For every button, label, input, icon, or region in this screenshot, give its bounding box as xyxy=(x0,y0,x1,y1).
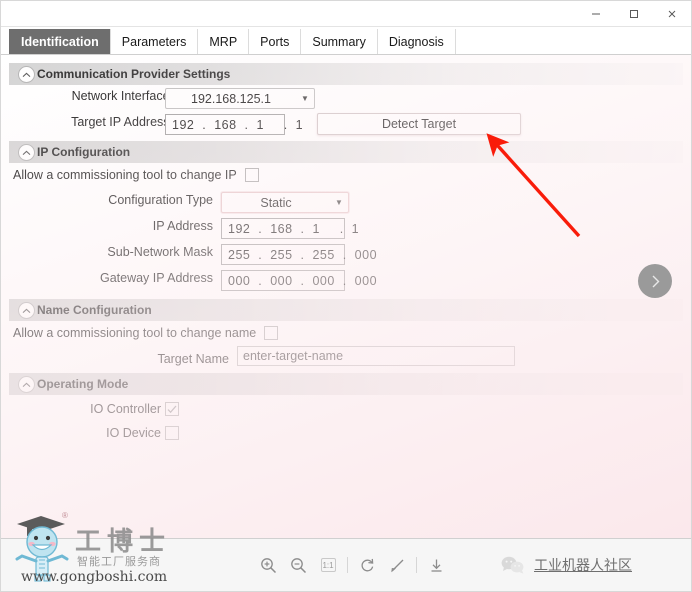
target-name-label-wrap: Target Name xyxy=(1,352,229,366)
collapse-toggle-operating-mode[interactable] xyxy=(18,376,35,393)
io-controller-label-wrap: IO Controller xyxy=(1,402,161,416)
allow-change-ip-row: Allow a commissioning tool to change IP xyxy=(13,168,259,182)
tab-identification[interactable]: Identification xyxy=(9,29,111,54)
tab-summary[interactable]: Summary xyxy=(300,29,378,54)
actual-size-icon: 1:1 xyxy=(320,558,336,572)
detect-target-button[interactable]: Detect Target xyxy=(317,113,521,135)
gateway-label-wrap: Gateway IP Address xyxy=(1,271,213,285)
chevron-right-icon xyxy=(652,275,659,287)
minimize-icon xyxy=(592,13,600,14)
tab-diagnosis[interactable]: Diagnosis xyxy=(376,29,456,54)
chevron-up-icon xyxy=(22,150,31,155)
allow-change-name-checkbox[interactable] xyxy=(264,326,279,340)
chevron-up-icon xyxy=(22,382,31,387)
config-type-label-wrap: Configuration Type xyxy=(1,193,213,207)
network-interface-value: 192.168.125.1 xyxy=(191,91,271,106)
section-title-ip-configuration: IP Configuration xyxy=(37,145,131,159)
download-button[interactable] xyxy=(421,550,451,580)
target-name-input[interactable]: enter-target-name xyxy=(237,346,515,366)
config-type-label: Configuration Type xyxy=(108,193,213,207)
allow-change-name-row: Allow a commissioning tool to change nam… xyxy=(13,326,279,340)
ip-address-label: IP Address xyxy=(152,219,213,233)
zoom-out-button[interactable] xyxy=(283,550,313,580)
network-interface-label-wrap: Network Interface: xyxy=(1,89,173,103)
zoom-in-button[interactable] xyxy=(253,550,283,580)
wechat-link[interactable]: 工业机器人社区 xyxy=(500,555,632,575)
content-pane: Communication Provider Settings Network … xyxy=(1,55,691,538)
application-window: Identification Parameters MRP Ports Summ… xyxy=(0,0,692,592)
config-type-value: Static xyxy=(260,195,292,210)
target-ip-label: Target IP Address: xyxy=(71,115,173,129)
gateway-input[interactable]: 000 . 000 . 000 . 000 xyxy=(221,270,377,291)
zoom-in-icon xyxy=(260,557,276,573)
gateway-label: Gateway IP Address xyxy=(99,271,213,285)
section-title-operating-mode: Operating Mode xyxy=(37,377,129,391)
rotate-icon xyxy=(361,558,373,571)
collapse-toggle-name-configuration[interactable] xyxy=(18,302,35,319)
edit-icon xyxy=(390,559,403,572)
section-header-ip-configuration: IP Configuration xyxy=(9,141,683,163)
toolbar-divider xyxy=(416,557,417,573)
io-device-label: IO Device xyxy=(106,426,161,440)
allow-change-name-label: Allow a commissioning tool to change nam… xyxy=(13,326,257,340)
subnet-label-wrap: Sub-Network Mask xyxy=(1,245,213,259)
io-device-checkbox[interactable] xyxy=(165,426,179,440)
maximize-icon xyxy=(630,9,638,18)
target-ip-input[interactable]: 192 . 168 . 1 . 1 xyxy=(165,114,303,135)
actual-size-button[interactable]: 1:1 xyxy=(313,550,343,580)
minimize-button[interactable] xyxy=(577,1,615,26)
bottom-toolbar: 1:1 工业机器人社区 xyxy=(1,538,691,591)
section-title-name-configuration: Name Configuration xyxy=(37,303,152,317)
rotate-button[interactable] xyxy=(352,550,382,580)
io-controller-checkbox[interactable] xyxy=(165,402,179,416)
subnet-mask-input[interactable]: 255 . 255 . 255 . 000 xyxy=(221,244,377,265)
subnet-mask-label: Sub-Network Mask xyxy=(107,245,213,259)
config-type-dropdown[interactable]: Static ▼ xyxy=(221,192,349,213)
section-header-name-configuration: Name Configuration xyxy=(9,299,683,321)
section-header-operating-mode: Operating Mode xyxy=(9,373,683,395)
tab-parameters[interactable]: Parameters xyxy=(109,29,199,54)
collapse-toggle-communication[interactable] xyxy=(18,66,35,83)
next-page-button[interactable] xyxy=(638,264,672,298)
maximize-button[interactable] xyxy=(615,1,653,26)
target-ip-label-wrap: Target IP Address: xyxy=(1,115,173,129)
io-device-label-wrap: IO Device xyxy=(1,426,161,440)
close-button[interactable] xyxy=(653,1,691,26)
close-icon xyxy=(668,10,676,17)
section-header-communication: Communication Provider Settings xyxy=(9,63,683,85)
toolbar-divider xyxy=(347,557,348,573)
ip-address-label-wrap: IP Address xyxy=(1,219,213,233)
title-bar xyxy=(1,1,691,27)
toolbar-tools: 1:1 xyxy=(253,550,451,580)
section-title-communication: Communication Provider Settings xyxy=(37,67,231,81)
network-interface-label: Network Interface: xyxy=(71,89,173,103)
tab-bar: Identification Parameters MRP Ports Summ… xyxy=(1,27,691,55)
io-controller-label: IO Controller xyxy=(90,402,161,416)
checkmark-icon xyxy=(167,405,177,413)
zoom-out-icon xyxy=(290,557,306,573)
download-icon xyxy=(431,559,441,572)
target-name-label: Target Name xyxy=(157,352,229,366)
chevron-up-icon xyxy=(22,72,31,77)
chevron-down-icon: ▼ xyxy=(301,94,309,103)
wechat-label: 工业机器人社区 xyxy=(534,558,632,574)
collapse-toggle-ip-configuration[interactable] xyxy=(18,144,35,161)
ip-address-input[interactable]: 192 . 168 . 1 . 1 xyxy=(221,218,359,239)
tab-mrp[interactable]: MRP xyxy=(197,29,250,54)
wechat-icon xyxy=(501,556,524,574)
tab-ports[interactable]: Ports xyxy=(248,29,302,54)
allow-change-ip-checkbox[interactable] xyxy=(244,168,259,182)
network-interface-dropdown[interactable]: 192.168.125.1 ▼ xyxy=(165,88,315,109)
chevron-down-icon: ▼ xyxy=(335,198,343,207)
allow-change-ip-label: Allow a commissioning tool to change IP xyxy=(13,168,237,182)
edit-button[interactable] xyxy=(382,550,412,580)
chevron-up-icon xyxy=(22,308,31,313)
